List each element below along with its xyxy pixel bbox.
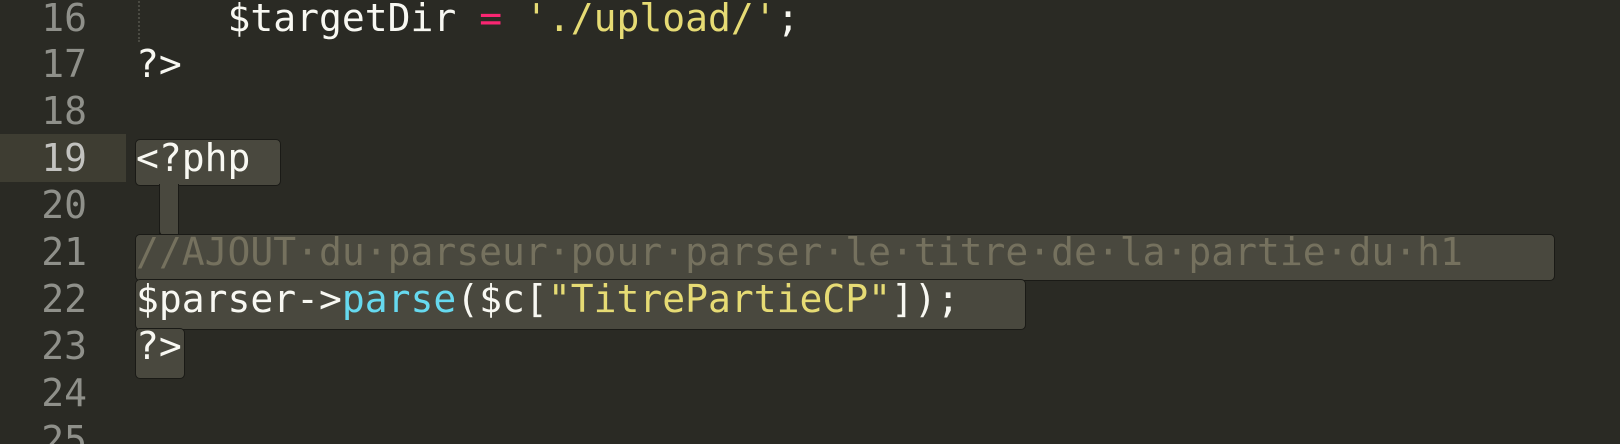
line-number-current: 19 (0, 134, 126, 182)
variable-token: $parser-> (136, 277, 342, 321)
string-token: './upload/' (524, 0, 777, 40)
operator-token: = (479, 0, 503, 40)
code-line-17[interactable]: ?> (136, 40, 182, 88)
line-number: 17 (41, 42, 87, 86)
punctuation-token: ($c[ (456, 277, 548, 321)
code-line-23[interactable]: ?> (136, 322, 182, 370)
php-open-tag: <?php (136, 136, 251, 180)
line-number: 24 (41, 371, 87, 415)
code-line-21[interactable]: //AJOUT·du·parseur·pour·parser·le·titre·… (136, 228, 1463, 276)
line-number: 20 (41, 183, 87, 227)
comment-token: //AJOUT·du·parseur·pour·parser·le·titre·… (136, 230, 1463, 274)
code-editor[interactable]: 16 17 18 19 20 21 22 23 24 25 $targetDir… (0, 0, 1620, 444)
punctuation-token: ; (776, 0, 800, 40)
string-token: "TitrePartieCP" (547, 277, 891, 321)
line-number: 21 (41, 230, 87, 274)
line-number: 25 (41, 418, 87, 444)
line-number: 22 (41, 277, 87, 321)
code-line-22[interactable]: $parser->parse($c["TitrePartieCP"]); (136, 275, 960, 323)
line-number: 23 (41, 324, 87, 368)
line-number: 18 (41, 89, 87, 133)
php-close-tag: ?> (136, 324, 182, 368)
php-close-tag: ?> (136, 42, 182, 86)
function-token: parse (341, 277, 457, 321)
code-line-16[interactable]: $targetDir = './upload/'; (136, 0, 800, 42)
line-number-gutter: 16 17 18 19 20 21 22 23 24 25 (0, 0, 126, 444)
variable-token: $targetDir (227, 0, 457, 40)
line-number: 16 (41, 0, 87, 40)
code-line-19[interactable]: <?php (136, 134, 250, 182)
punctuation-token: ]); (890, 277, 960, 321)
